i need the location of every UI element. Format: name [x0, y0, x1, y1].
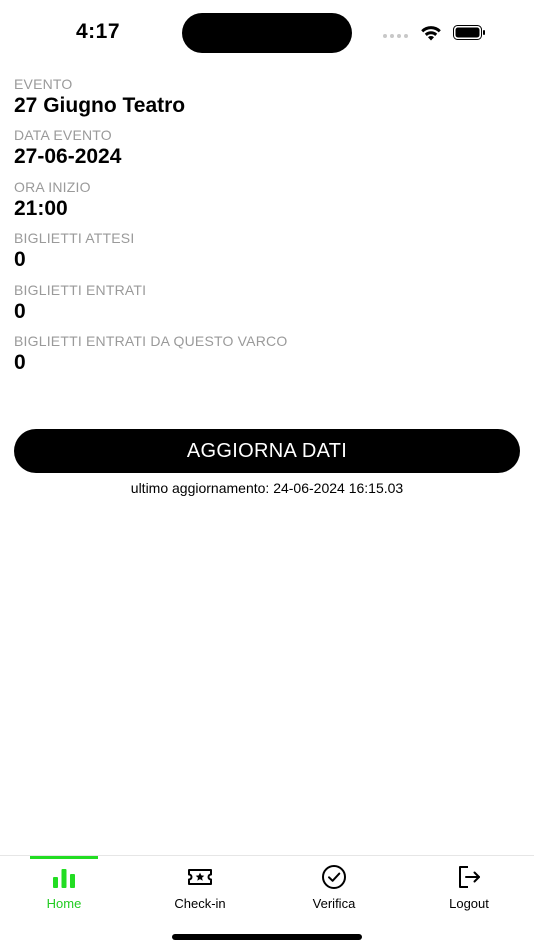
field-value: 0 — [14, 350, 26, 374]
logout-icon — [459, 866, 480, 888]
field-biglietti-attesi: BIGLIETTI ATTESI 0 — [14, 230, 520, 281]
check-circle-icon — [322, 865, 346, 889]
event-info: EVENTO 27 Giugno Teatro DATA EVENTO 27-0… — [14, 76, 520, 384]
field-evento: EVENTO 27 Giugno Teatro — [14, 76, 520, 127]
tab-check-in[interactable]: Check-in — [150, 862, 250, 912]
active-tab-indicator — [30, 856, 98, 859]
tab-logout[interactable]: Logout — [419, 862, 519, 912]
field-value: 0 — [14, 299, 26, 323]
tab-verifica[interactable]: Verifica — [284, 862, 384, 912]
field-ora-inizio: ORA INIZIO 21:00 — [14, 179, 520, 230]
field-value: 21:00 — [14, 196, 68, 220]
signal-icon — [383, 34, 408, 38]
field-data-evento: DATA EVENTO 27-06-2024 — [14, 127, 520, 178]
tab-label: Logout — [449, 896, 489, 911]
field-label: EVENTO — [14, 76, 73, 92]
field-label: BIGLIETTI ATTESI — [14, 230, 135, 247]
wifi-icon — [421, 26, 441, 41]
bar-chart-icon — [53, 869, 75, 888]
tab-label: Check-in — [174, 896, 226, 911]
field-label: DATA EVENTO — [14, 127, 112, 144]
battery-icon — [453, 25, 485, 40]
dynamic-island — [182, 13, 352, 53]
tab-label: Verifica — [312, 896, 356, 911]
status-bar: 4:17 — [0, 0, 534, 62]
field-value: 27 Giugno Teatro — [14, 94, 186, 117]
refresh-data-button[interactable]: AGGIORNA DATI — [14, 429, 520, 473]
field-label: BIGLIETTI ENTRATI DA QUESTO VARCO — [14, 332, 288, 349]
tab-home[interactable]: Home — [14, 862, 114, 912]
field-label: BIGLIETTI ENTRATI — [14, 281, 147, 298]
field-label: ORA INIZIO — [14, 178, 91, 195]
last-update-text: ultimo aggiornamento: 24-06-2024 16:15.0… — [130, 480, 404, 496]
home-indicator[interactable] — [172, 934, 362, 940]
field-value: 27-06-2024 — [14, 145, 122, 169]
field-value: 0 — [14, 248, 26, 272]
ticket-icon — [188, 869, 212, 885]
status-time: 4:17 — [76, 20, 121, 43]
field-biglietti-varco: BIGLIETTI ENTRATI DA QUESTO VARCO 0 — [14, 333, 520, 384]
tab-label: Home — [46, 896, 82, 911]
field-biglietti-entrati: BIGLIETTI ENTRATI 0 — [14, 282, 520, 333]
